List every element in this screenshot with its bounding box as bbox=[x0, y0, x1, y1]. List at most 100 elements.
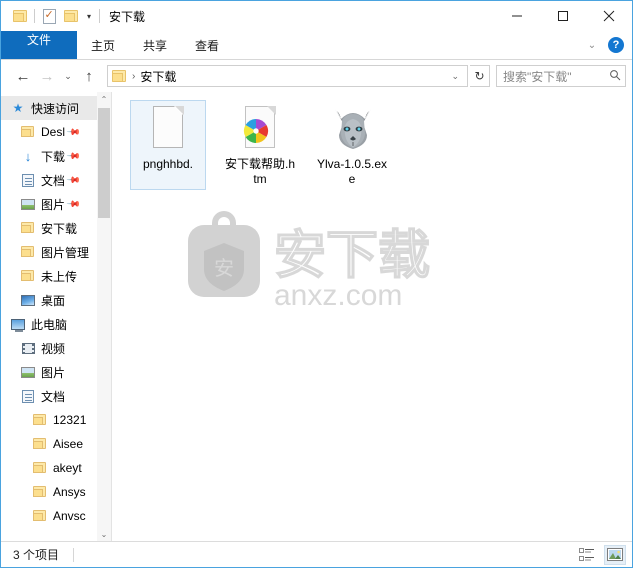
tab-file[interactable]: 文件 bbox=[1, 31, 77, 59]
tab-view[interactable]: 查看 bbox=[181, 31, 233, 59]
sidebar-item-quick-access[interactable]: ★ 快速访问 bbox=[1, 96, 111, 120]
sidebar-item-videos[interactable]: 视频 bbox=[1, 336, 111, 360]
search-box[interactable]: 搜索"安下载" bbox=[496, 65, 626, 87]
folder-icon bbox=[19, 270, 37, 282]
ribbon-right-controls: ⌄ ? bbox=[584, 31, 632, 59]
large-icons-view-button[interactable] bbox=[604, 544, 626, 565]
file-name-label: Ylva-1.0.5.exe bbox=[316, 157, 388, 186]
pin-star-icon: ★ bbox=[12, 101, 24, 115]
file-item[interactable]: pnghhbd. bbox=[130, 100, 206, 190]
sidebar-item-desktop-pinned[interactable]: Desl 📌 bbox=[1, 120, 111, 144]
new-folder-icon bbox=[63, 9, 79, 23]
address-dropdown-icon[interactable]: ⌄ bbox=[447, 71, 463, 82]
qat-separator-1 bbox=[34, 9, 35, 23]
sidebar-item-anxiazai[interactable]: 安下载 bbox=[1, 216, 111, 240]
navigation-pane: ★ 快速访问 Desl 📌 ↓ 下载 📌 文档 📌 图片 📌 安下载 图片管理 … bbox=[1, 92, 112, 541]
sidebar-item-not-uploaded[interactable]: 未上传 bbox=[1, 264, 111, 288]
chevron-down-icon[interactable]: ⌄ bbox=[584, 40, 600, 51]
folder-icon bbox=[31, 414, 49, 426]
item-count-label: 3 个项目 bbox=[13, 548, 60, 562]
sidebar-item-label: 此电脑 bbox=[31, 317, 68, 332]
html-document-icon bbox=[236, 104, 284, 152]
file-list-pane[interactable]: 安 安下载 anxz.com pnghhbd. 安下载帮助.htm Ylva-1… bbox=[112, 92, 632, 541]
sidebar-item-label: akeyt bbox=[53, 461, 82, 475]
sidebar-item-label: 桌面 bbox=[41, 293, 66, 308]
ribbon-tab-bar: 文件 主页 共享 查看 ⌄ ? bbox=[1, 31, 632, 60]
sidebar-item-label: 视频 bbox=[41, 341, 66, 356]
file-name-label: 安下载帮助.htm bbox=[224, 157, 295, 186]
folder-icon bbox=[31, 462, 49, 474]
sidebar-item-pictures[interactable]: 图片 📌 bbox=[1, 192, 111, 216]
sidebar-item-desktop[interactable]: 桌面 bbox=[1, 288, 111, 312]
scroll-up-arrow-icon[interactable]: ⌃ bbox=[97, 92, 111, 106]
search-icon bbox=[609, 69, 621, 84]
file-item[interactable]: 安下载帮助.htm bbox=[222, 100, 298, 190]
pictures-icon bbox=[19, 366, 37, 378]
folder-icon bbox=[31, 486, 49, 498]
scrollbar-thumb[interactable] bbox=[98, 108, 110, 218]
quick-access-toolbar: ▾ 安下载 bbox=[1, 1, 145, 31]
recent-locations-button[interactable]: ⌄ bbox=[59, 64, 77, 88]
breadcrumb-separator-icon[interactable]: › bbox=[132, 71, 135, 82]
window-body: ★ 快速访问 Desl 📌 ↓ 下载 📌 文档 📌 图片 📌 安下载 图片管理 … bbox=[1, 92, 632, 541]
sidebar-item-label: 图片 bbox=[41, 197, 66, 212]
forward-button[interactable]: → bbox=[35, 64, 59, 88]
status-divider bbox=[73, 547, 75, 562]
refresh-button[interactable]: ↻ bbox=[470, 65, 490, 87]
sidebar-item-this-pc[interactable]: 此电脑 bbox=[1, 312, 111, 336]
sidebar-item-downloads[interactable]: ↓ 下载 📌 bbox=[1, 144, 111, 168]
maximize-button[interactable] bbox=[540, 1, 586, 31]
navigation-bar: ← → ⌄ ↑ › 安下载 ⌄ ↻ 搜索"安下载" bbox=[1, 60, 632, 92]
blank-document-icon bbox=[144, 104, 192, 152]
tab-share[interactable]: 共享 bbox=[129, 31, 181, 59]
sidebar-item-pictures-pc[interactable]: 图片 bbox=[1, 360, 111, 384]
minimize-button[interactable] bbox=[494, 1, 540, 31]
sidebar-item-label: Ansys bbox=[53, 485, 86, 499]
sidebar-item-label: 文档 bbox=[41, 173, 66, 188]
svg-text:anxz.com: anxz.com bbox=[274, 279, 402, 312]
sidebar-item-anvsc[interactable]: Anvsc bbox=[1, 504, 111, 528]
qat-folder-icon[interactable] bbox=[9, 5, 31, 27]
qat-properties-icon[interactable] bbox=[38, 5, 60, 27]
details-view-button[interactable] bbox=[576, 545, 598, 565]
address-folder-icon bbox=[112, 69, 127, 83]
tab-home[interactable]: 主页 bbox=[77, 31, 129, 59]
sidebar-item-akeyt[interactable]: akeyt bbox=[1, 456, 111, 480]
sidebar-item-label: 图片管理 bbox=[41, 245, 90, 260]
desktop-icon bbox=[19, 294, 37, 306]
sidebar-item-picture-manager[interactable]: 图片管理 bbox=[1, 240, 111, 264]
documents-icon bbox=[19, 389, 37, 403]
svg-text:安: 安 bbox=[214, 257, 234, 280]
sidebar-item-documents[interactable]: 文档 📌 bbox=[1, 168, 111, 192]
sidebar-scrollbar[interactable]: ⌃ ⌄ bbox=[97, 92, 111, 541]
sidebar-item-12321[interactable]: 12321 bbox=[1, 408, 111, 432]
sidebar-item-aisee[interactable]: Aisee bbox=[1, 432, 111, 456]
address-bar[interactable]: › 安下载 ⌄ bbox=[107, 65, 468, 87]
back-button[interactable]: ← bbox=[11, 64, 35, 88]
sidebar-item-documents-pc[interactable]: 文档 bbox=[1, 384, 111, 408]
file-items-container: pnghhbd. 安下载帮助.htm Ylva-1.0.5.exe bbox=[112, 92, 632, 190]
this-pc-icon bbox=[9, 318, 27, 332]
title-bar: ▾ 安下载 bbox=[1, 1, 632, 31]
svg-text:安下载: 安下载 bbox=[274, 227, 430, 285]
search-input[interactable]: 搜索"安下载" bbox=[503, 68, 572, 85]
documents-icon bbox=[19, 173, 37, 187]
wolf-application-icon bbox=[328, 104, 376, 152]
window-title: 安下载 bbox=[109, 9, 146, 24]
folder-icon bbox=[31, 510, 49, 522]
qat-customize-caret-icon[interactable]: ▾ bbox=[82, 12, 96, 21]
help-icon[interactable]: ? bbox=[608, 37, 624, 53]
watermark-logo: 安 安下载 anxz.com bbox=[186, 207, 446, 312]
qat-new-folder-icon[interactable] bbox=[60, 5, 82, 27]
file-item[interactable]: Ylva-1.0.5.exe bbox=[314, 100, 390, 190]
breadcrumb-path[interactable]: 安下载 bbox=[140, 68, 176, 85]
file-explorer-window: ▾ 安下载 文件 主页 共享 查看 ⌄ ? ← → ⌄ bbox=[0, 0, 633, 568]
sidebar-item-ansys[interactable]: Ansys bbox=[1, 480, 111, 504]
close-button[interactable] bbox=[586, 1, 632, 31]
up-button[interactable]: ↑ bbox=[77, 64, 101, 88]
scroll-down-arrow-icon[interactable]: ⌄ bbox=[97, 527, 111, 541]
folder-icon bbox=[12, 9, 28, 23]
sidebar-item-label: 12321 bbox=[53, 413, 87, 427]
folder-icon bbox=[19, 246, 37, 258]
folder-icon bbox=[19, 126, 37, 138]
